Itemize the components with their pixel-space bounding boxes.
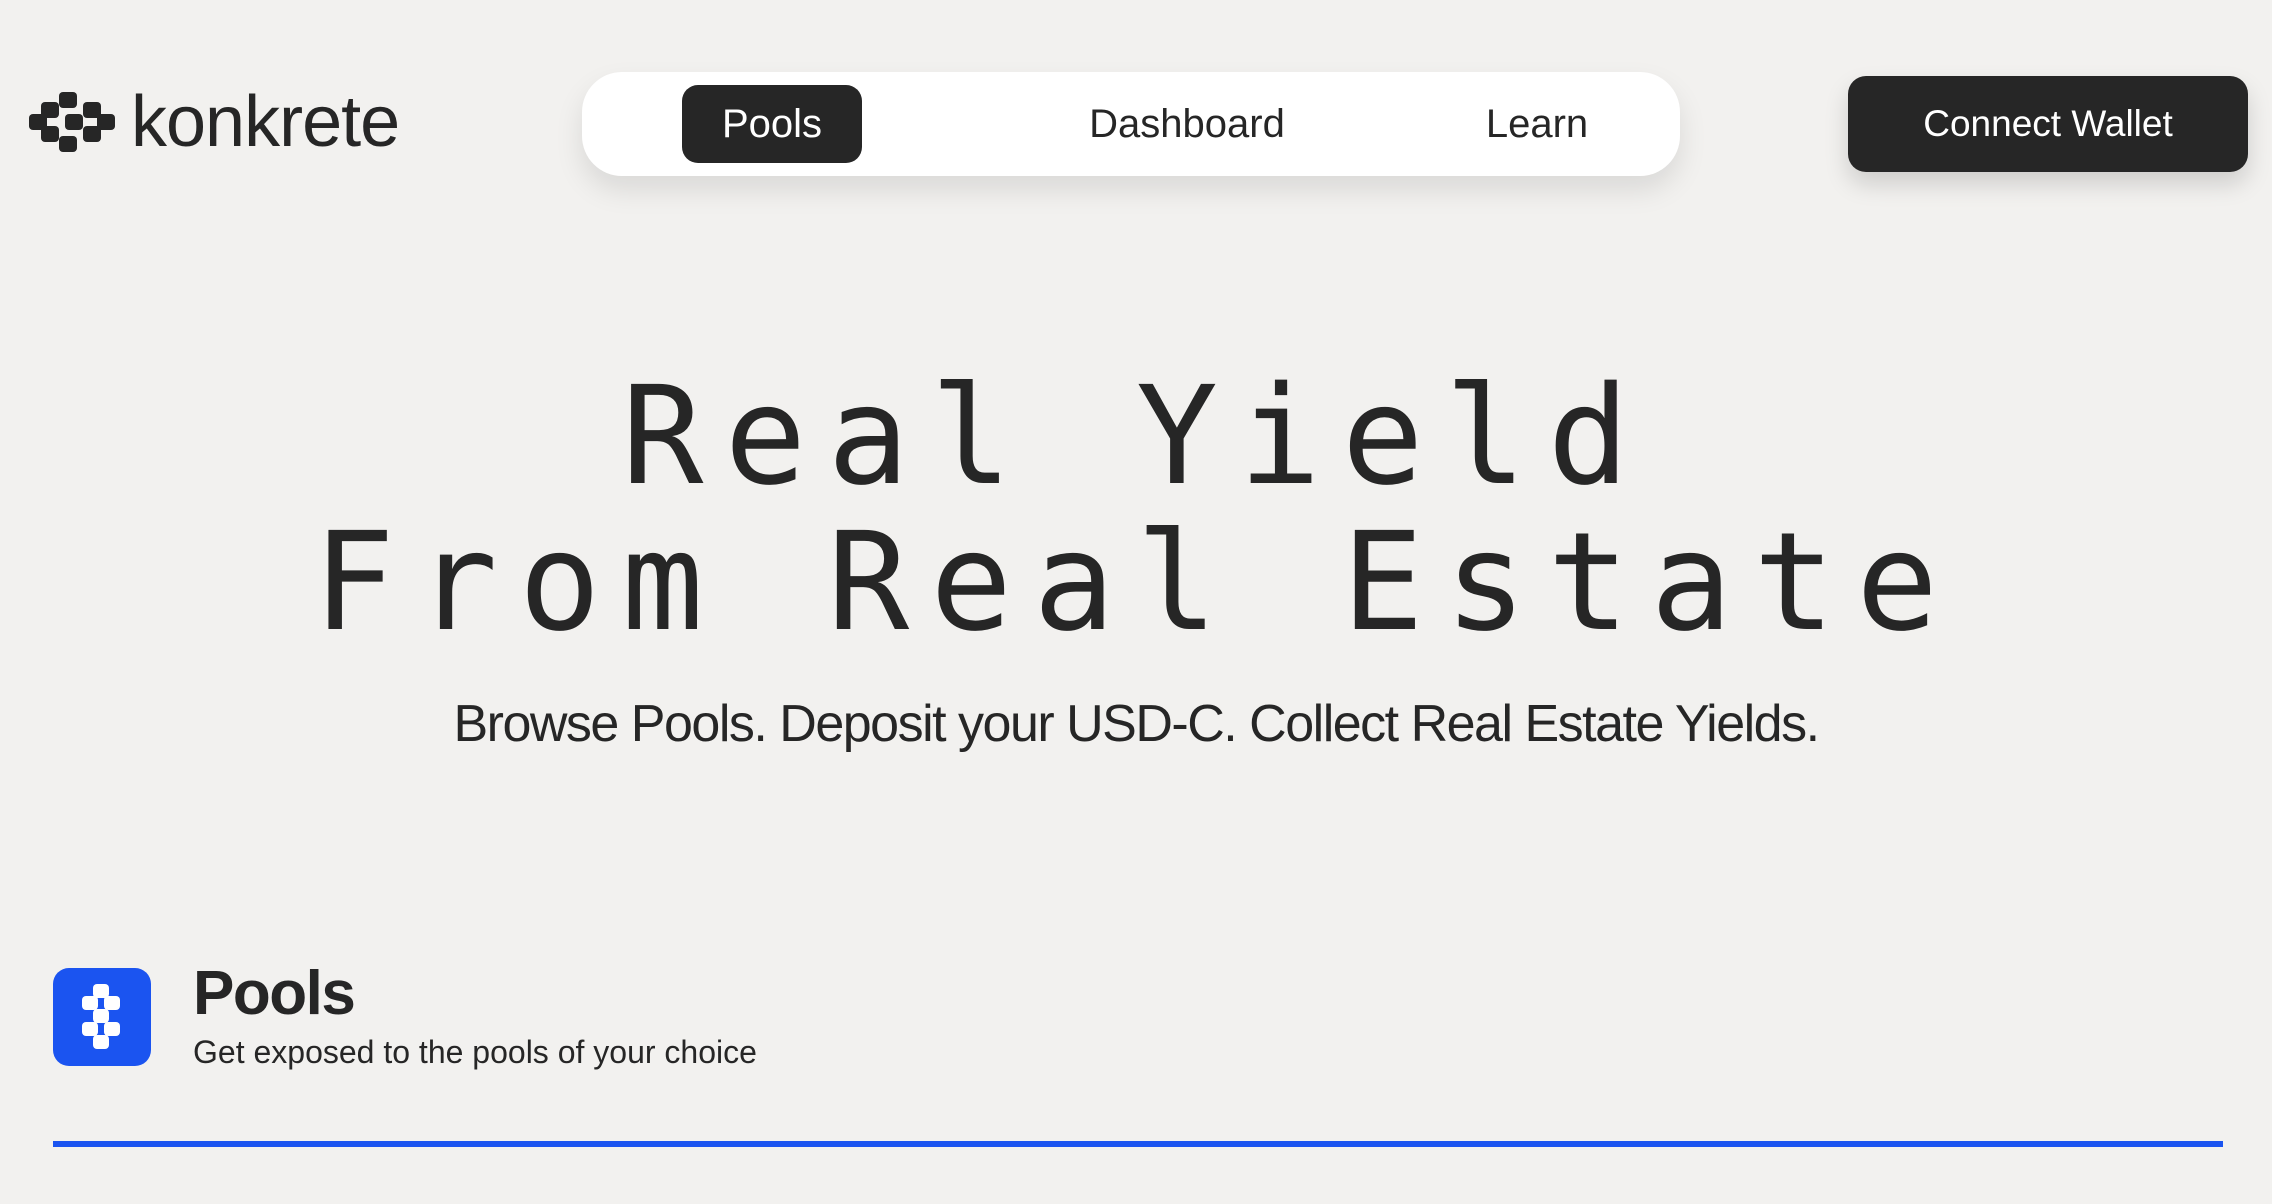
hero-title-line-1: Real Yield <box>621 358 1651 516</box>
nav-item-learn[interactable]: Learn <box>1442 85 1632 163</box>
hero-title: Real Yield From Real Estate <box>0 364 2272 656</box>
brand-logo[interactable]: konkrete <box>29 82 400 162</box>
hero-title-line-2: From Real Estate <box>312 504 1960 662</box>
connect-wallet-button[interactable]: Connect Wallet <box>1848 76 2248 172</box>
nav-item-pools[interactable]: Pools <box>682 85 862 163</box>
pools-section-subtitle: Get exposed to the pools of your choice <box>193 1034 757 1070</box>
hero-subtitle: Browse Pools. Deposit your USD-C. Collec… <box>453 695 1820 753</box>
konkrete-logo-icon <box>29 92 115 152</box>
logo-text: konkrete <box>131 82 400 162</box>
section-divider <box>53 1141 2223 1147</box>
main-nav: Pools Dashboard Learn <box>582 72 1680 176</box>
nav-item-dashboard[interactable]: Dashboard <box>1042 85 1332 163</box>
pools-section-title: Pools <box>193 959 356 1028</box>
pools-icon <box>53 968 151 1066</box>
page: konkrete Pools Dashboard Learn Connect W… <box>0 0 2272 1204</box>
